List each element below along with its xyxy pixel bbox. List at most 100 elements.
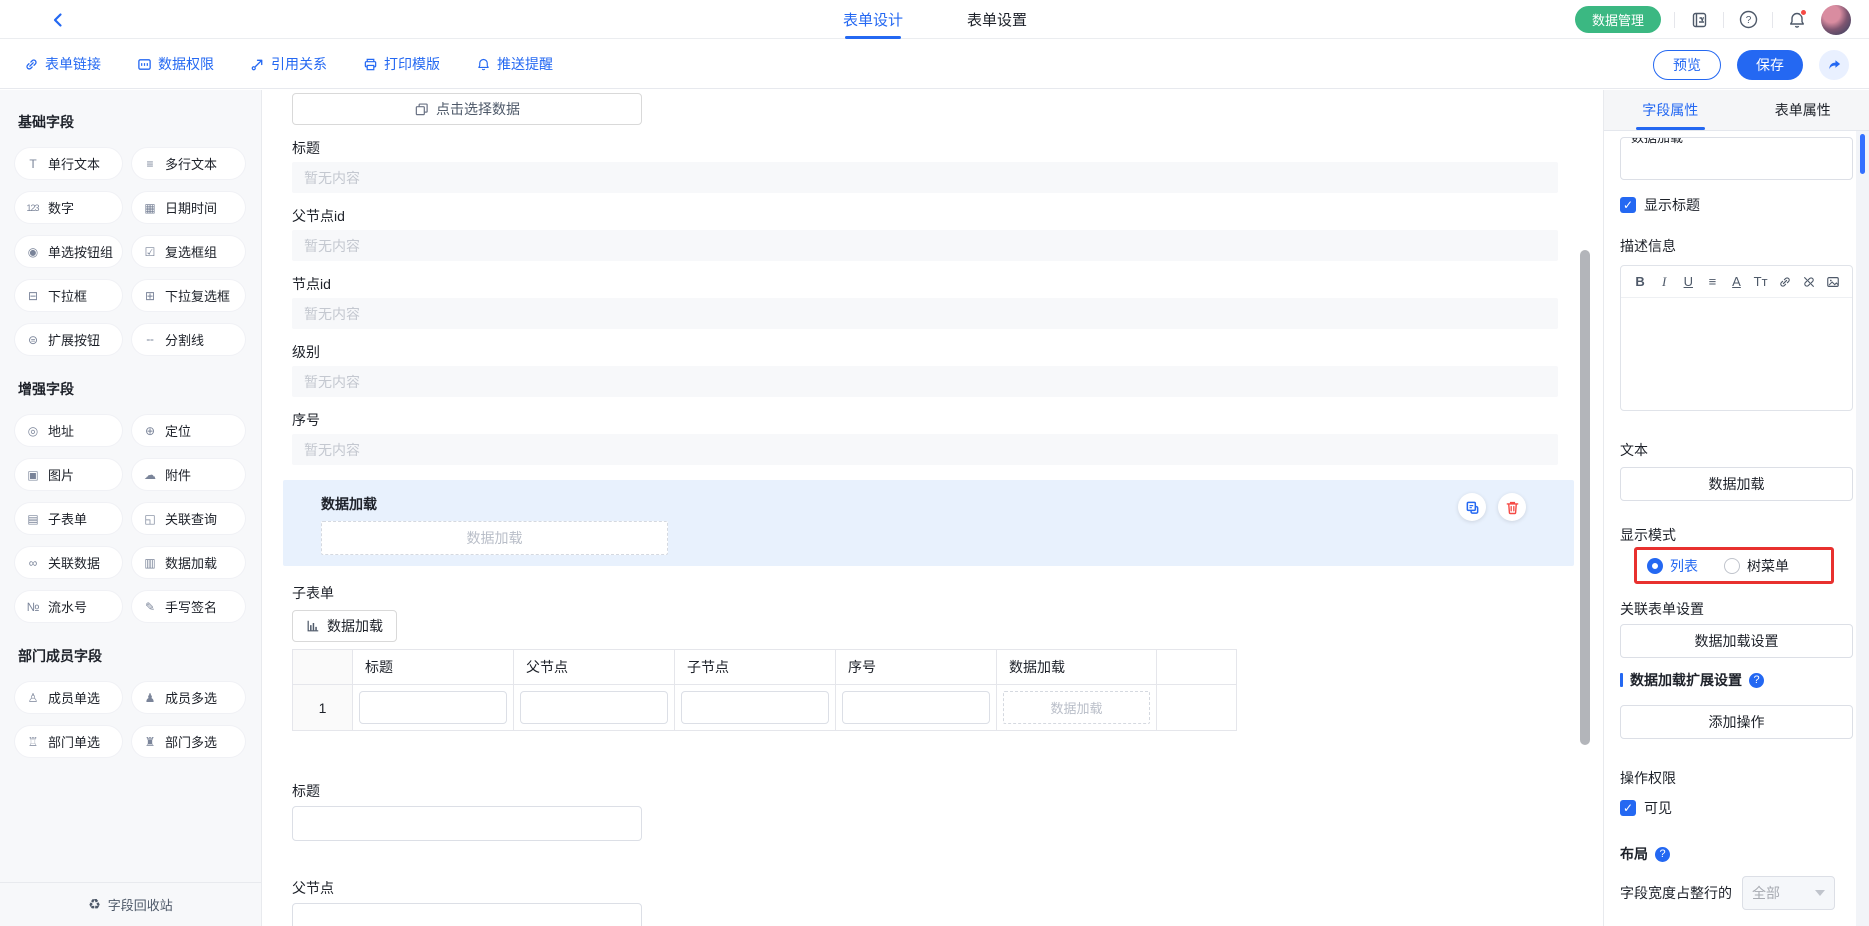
field-width-select[interactable]: 全部 — [1742, 876, 1835, 910]
field-row-title[interactable]: 标题 暂无内容 — [292, 138, 1558, 193]
palette-item-number[interactable]: 123数字 — [15, 192, 122, 223]
select-data-button[interactable]: 点击选择数据 — [292, 93, 642, 125]
add-action-button[interactable]: 添加操作 — [1620, 705, 1853, 739]
palette-item-data-loader[interactable]: ▥数据加载 — [132, 547, 245, 578]
radio-option-list[interactable]: 列表 — [1647, 556, 1698, 576]
share-button[interactable] — [1819, 50, 1849, 80]
radio-selected-icon[interactable] — [1647, 558, 1663, 574]
toolbar-link-push-reminder[interactable]: 推送提醒 — [476, 54, 553, 74]
preview-button[interactable]: 预览 — [1653, 50, 1721, 80]
palette-item-radio-group[interactable]: ◉单选按钮组 — [15, 236, 122, 267]
visible-checkbox-row[interactable]: ✓ 可见 — [1620, 798, 1853, 818]
subform-data-loader-button[interactable]: 数据加载 — [292, 610, 397, 642]
table-cell-extra — [1157, 685, 1236, 730]
insert-link-button[interactable] — [1774, 271, 1796, 293]
palette-item-extend-button[interactable]: ⊜扩展按钮 — [15, 324, 122, 355]
help-icon[interactable]: ? — [1655, 847, 1670, 862]
tab-form-settings[interactable]: 表单设置 — [967, 0, 1027, 39]
radio-unselected-icon[interactable] — [1724, 558, 1740, 574]
save-button[interactable]: 保存 — [1737, 50, 1803, 80]
form-designer-app: 表单设计 表单设置 数据管理 ? 表单链接 — [0, 0, 1869, 926]
palette-item-multi-select[interactable]: ⊞下拉复选框 — [132, 280, 245, 311]
palette-item-select[interactable]: ⊟下拉框 — [15, 280, 122, 311]
editor-content[interactable] — [1621, 298, 1852, 410]
help-icon[interactable]: ? — [1737, 9, 1759, 31]
palette-item-checkbox-group[interactable]: ☑复选框组 — [132, 236, 245, 267]
table-input-serial[interactable] — [842, 691, 990, 724]
copy-field-button[interactable] — [1458, 493, 1486, 521]
radio-option-tree-menu[interactable]: 树菜单 — [1724, 556, 1789, 576]
field-name-input-clipped[interactable]: 数据加载 — [1620, 137, 1853, 180]
field-row-bottom-title[interactable]: 标题 — [292, 781, 1558, 841]
bold-button[interactable]: B — [1629, 271, 1651, 293]
title-input[interactable] — [292, 806, 642, 841]
reference-arrow-icon — [250, 57, 265, 72]
table-data-loader-button[interactable]: 数据加载 — [1003, 691, 1150, 724]
insert-image-button[interactable] — [1822, 271, 1844, 293]
palette-item-image[interactable]: ▣图片 — [15, 459, 122, 490]
description-rich-editor[interactable]: B I U ≡ A Tᴛ — [1620, 265, 1853, 411]
toolbar-link-reference[interactable]: 引用关系 — [250, 54, 327, 74]
palette-item-divider[interactable]: ╌分割线 — [132, 324, 245, 355]
selected-field-data-loader[interactable]: 数据加载 数据加载 — [283, 480, 1574, 566]
palette-item-signature[interactable]: ✎手写签名 — [132, 591, 245, 622]
palette-item-multi-text[interactable]: ≡多行文本 — [132, 148, 245, 179]
toolbar-link-print-template[interactable]: 打印模版 — [363, 54, 440, 74]
toolbar-link-form-url[interactable]: 表单链接 — [24, 54, 101, 74]
checkbox-checked-icon[interactable]: ✓ — [1620, 197, 1636, 213]
table-input-child-node[interactable] — [681, 691, 829, 724]
user-avatar[interactable] — [1821, 5, 1851, 35]
field-row-serial[interactable]: 序号 暂无内容 — [292, 410, 1558, 465]
panel-scrollbar-thumb[interactable] — [1860, 134, 1865, 174]
show-title-checkbox-row[interactable]: ✓ 显示标题 — [1620, 195, 1853, 215]
subform-field[interactable]: 子表单 数据加载 标题 父节点 子节点 序号 数据加载 1 — [292, 583, 1558, 731]
palette-item-related-query[interactable]: ◱关联查询 — [132, 503, 245, 534]
palette-item-dept-multi[interactable]: ♜部门多选 — [132, 726, 245, 757]
palette-item-dept-single[interactable]: ♖部门单选 — [15, 726, 122, 757]
palette-item-related-data[interactable]: ∞关联数据 — [15, 547, 122, 578]
contact-book-icon[interactable] — [1688, 9, 1710, 31]
tab-form-properties[interactable]: 表单属性 — [1737, 90, 1869, 130]
field-row-bottom-parent[interactable]: 父节点 — [292, 878, 1558, 926]
palette-item-location[interactable]: ⊕定位 — [132, 415, 245, 446]
palette-item-attachment[interactable]: ☁附件 — [132, 459, 245, 490]
delete-field-button[interactable] — [1498, 493, 1526, 521]
field-recycle-bin[interactable]: ♻ 字段回收站 — [0, 882, 261, 926]
help-icon[interactable]: ? — [1749, 673, 1764, 688]
canvas-scrollbar[interactable] — [1580, 250, 1590, 745]
font-color-button[interactable]: A — [1725, 271, 1747, 293]
back-button[interactable] — [48, 10, 68, 30]
parent-node-input[interactable] — [292, 903, 642, 926]
toolbar-link-label: 打印模版 — [384, 54, 440, 74]
palette-item-member-single[interactable]: ♙成员单选 — [15, 682, 122, 713]
font-size-button[interactable]: Tᴛ — [1750, 271, 1772, 293]
data-loader-ext-section: 数据加载扩展设置 ? — [1620, 670, 1853, 690]
italic-button[interactable]: I — [1653, 271, 1675, 293]
field-row-level[interactable]: 级别 暂无内容 — [292, 342, 1558, 397]
data-loader-settings-button[interactable]: 数据加载设置 — [1620, 624, 1853, 658]
underline-button[interactable]: U — [1677, 271, 1699, 293]
panel-scrollbar-track[interactable] — [1856, 131, 1869, 926]
palette-item-address[interactable]: ◎地址 — [15, 415, 122, 446]
tab-form-design[interactable]: 表单设计 — [843, 0, 903, 39]
data-loader-placeholder-button[interactable]: 数据加载 — [321, 521, 668, 555]
field-row-node-id[interactable]: 节点id 暂无内容 — [292, 274, 1558, 329]
remove-link-button[interactable] — [1798, 271, 1820, 293]
palette-item-subform[interactable]: ▤子表单 — [15, 503, 122, 534]
palette-item-single-text[interactable]: T单行文本 — [15, 148, 122, 179]
data-manage-button[interactable]: 数据管理 — [1575, 6, 1661, 33]
text-value-box[interactable]: 数据加载 — [1620, 467, 1853, 501]
palette-item-member-multi[interactable]: ♟成员多选 — [132, 682, 245, 713]
toolbar-link-data-permission[interactable]: 数据权限 — [137, 54, 214, 74]
table-input-title[interactable] — [359, 691, 507, 724]
notification-bell-icon[interactable] — [1786, 9, 1808, 31]
palette-label: 附件 — [165, 465, 191, 484]
single-line-text-icon: T — [24, 157, 41, 171]
table-input-parent-node[interactable] — [520, 691, 668, 724]
palette-item-datetime[interactable]: ▦日期时间 — [132, 192, 245, 223]
tab-field-properties[interactable]: 字段属性 — [1604, 90, 1737, 130]
field-row-parent-id[interactable]: 父节点id 暂无内容 — [292, 206, 1558, 261]
align-button[interactable]: ≡ — [1701, 271, 1723, 293]
checkbox-checked-icon[interactable]: ✓ — [1620, 800, 1636, 816]
palette-item-serial-number[interactable]: №流水号 — [15, 591, 122, 622]
